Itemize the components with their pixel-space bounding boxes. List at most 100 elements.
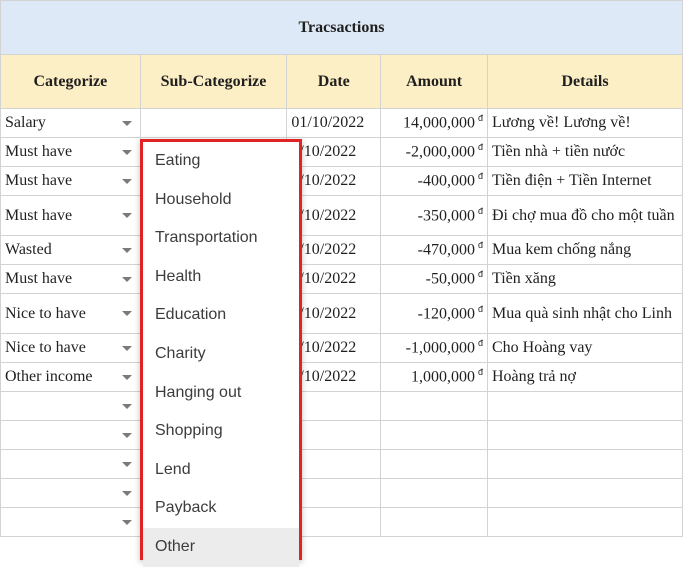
category-cell[interactable] (0, 478, 141, 508)
category-cell[interactable]: Nice to have (0, 293, 141, 334)
category-cell[interactable]: Nice to have (0, 333, 141, 363)
table-row: Must have 1/10/2022 -2,000,000 đ Tiền nhà + … (0, 137, 683, 167)
amount-cell[interactable] (380, 449, 488, 479)
category-select[interactable]: Must have (5, 207, 136, 225)
dropdown-option[interactable]: Lend (143, 451, 299, 490)
currency-symbol: đ (477, 205, 483, 216)
dropdown-option[interactable]: Charity (143, 335, 299, 374)
dropdown-option[interactable]: Health (143, 258, 299, 297)
details-cell[interactable]: Mua kem chống nắng (487, 235, 683, 265)
sub-category-dropdown[interactable]: Eating Household Transportation Health Educa… (140, 139, 302, 567)
currency-symbol: đ (477, 303, 483, 314)
category-select[interactable] (5, 403, 136, 409)
category-cell[interactable]: Other income (0, 362, 141, 392)
details-cell[interactable]: Đi chợ mua đồ cho một tuần (487, 195, 683, 236)
dropdown-option[interactable]: Hanging out (143, 374, 299, 413)
category-cell[interactable] (0, 449, 141, 479)
dropdown-arrow-icon[interactable] (121, 213, 132, 218)
dropdown-option[interactable]: Shopping (143, 412, 299, 451)
category-value: Nice to have (5, 304, 86, 322)
details-cell[interactable] (487, 478, 683, 508)
category-select[interactable]: Must have (5, 143, 136, 161)
dropdown-arrow-icon[interactable] (121, 178, 132, 184)
dropdown-option[interactable]: Household (143, 181, 299, 220)
category-cell[interactable]: Must have (0, 166, 141, 196)
amount-cell[interactable] (380, 391, 488, 421)
category-cell[interactable]: Wasted (0, 235, 141, 265)
category-select[interactable] (5, 461, 136, 467)
details-cell[interactable] (487, 449, 683, 479)
dropdown-option[interactable]: Payback (143, 489, 299, 528)
dropdown-arrow-icon[interactable] (121, 490, 132, 496)
category-cell[interactable] (0, 507, 141, 537)
amount-cell[interactable]: -1,000,000 đ (380, 333, 488, 363)
dropdown-arrow-icon[interactable] (121, 120, 132, 126)
dropdown-arrow-icon[interactable] (121, 276, 132, 282)
amount-cell[interactable]: -470,000 đ (380, 235, 488, 265)
dropdown-arrow-icon[interactable] (121, 247, 132, 253)
amount-cell[interactable] (380, 507, 488, 537)
category-value: Must have (5, 143, 73, 160)
table-row: Nice to have 7/10/2022 -1,000,000 đ Cho Hoàn… (0, 333, 683, 363)
dropdown-option[interactable]: Transportation (143, 219, 299, 258)
details-cell[interactable] (487, 420, 683, 450)
amount-value: -470,000 (417, 241, 475, 259)
amount-cell[interactable]: -400,000 đ (380, 166, 488, 196)
category-select[interactable]: Salary (5, 114, 136, 132)
empty-row (0, 478, 683, 508)
sub-category-cell[interactable] (139, 108, 288, 138)
amount-value: -400,000 (417, 172, 475, 190)
category-cell[interactable]: Must have (0, 195, 141, 236)
details-cell[interactable] (487, 507, 683, 537)
details-cell[interactable]: Tiền nhà + tiền nước (487, 137, 683, 167)
category-select[interactable]: Nice to have (5, 305, 136, 323)
category-select[interactable]: Must have (5, 172, 136, 190)
category-select[interactable] (5, 490, 136, 496)
dropdown-arrow-icon[interactable] (121, 432, 132, 438)
date-cell[interactable]: 01/10/2022 (286, 108, 382, 138)
category-cell[interactable]: Salary (0, 108, 141, 138)
currency-symbol: đ (477, 142, 483, 153)
details-cell[interactable]: Tiền xăng (487, 264, 683, 294)
amount-cell[interactable]: -120,000 đ (380, 293, 488, 334)
category-cell[interactable]: Must have (0, 264, 141, 294)
category-select[interactable] (5, 519, 136, 525)
amount-cell[interactable] (380, 478, 488, 508)
dropdown-arrow-icon[interactable] (121, 311, 132, 316)
details-cell[interactable]: Tiền điện + Tiền Internet (487, 166, 683, 196)
dropdown-arrow-icon[interactable] (121, 461, 132, 467)
currency-symbol: đ (477, 171, 483, 182)
currency-symbol: đ (477, 269, 483, 280)
dropdown-arrow-icon[interactable] (121, 519, 132, 525)
amount-cell[interactable]: 14,000,000 đ (380, 108, 488, 138)
category-select[interactable]: Wasted (5, 241, 136, 259)
details-cell[interactable]: Hoàng trả nợ (487, 362, 683, 392)
dropdown-arrow-icon[interactable] (121, 403, 132, 409)
amount-value: 1,000,000 (410, 368, 475, 386)
amount-cell[interactable]: -350,000 đ (380, 195, 488, 236)
details-cell[interactable] (487, 391, 683, 421)
category-value: Must have (5, 270, 73, 287)
details-cell[interactable]: Lương về! Lương về! (487, 108, 683, 138)
category-value: Must have (5, 206, 73, 224)
details-cell[interactable]: Mua quà sinh nhật cho Linh (487, 293, 683, 334)
category-select[interactable]: Nice to have (5, 339, 136, 357)
category-select[interactable] (5, 432, 136, 438)
category-cell[interactable] (0, 391, 141, 421)
amount-cell[interactable]: 1,000,000 đ (380, 362, 488, 392)
dropdown-option[interactable]: Education (143, 296, 299, 335)
details-cell[interactable]: Cho Hoàng vay (487, 333, 683, 363)
empty-row (0, 449, 683, 479)
dropdown-arrow-icon[interactable] (121, 149, 132, 155)
amount-cell[interactable]: -2,000,000 đ (380, 137, 488, 167)
category-select[interactable]: Other income (5, 368, 136, 386)
amount-value: -1,000,000 (405, 339, 475, 357)
dropdown-option[interactable]: Eating (143, 142, 299, 181)
amount-cell[interactable] (380, 420, 488, 450)
category-cell[interactable] (0, 420, 141, 450)
category-select[interactable]: Must have (5, 270, 136, 288)
category-cell[interactable]: Must have (0, 137, 141, 167)
dropdown-arrow-icon[interactable] (121, 345, 132, 351)
dropdown-arrow-icon[interactable] (121, 374, 132, 380)
amount-cell[interactable]: -50,000 đ (380, 264, 488, 294)
